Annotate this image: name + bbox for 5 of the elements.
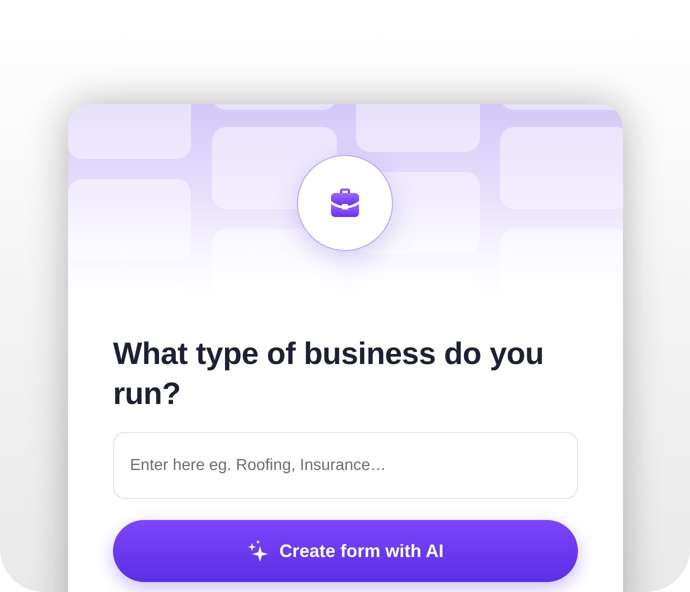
question-title: What type of business do you run?: [113, 335, 545, 413]
input-field[interactable]: Enter here eg. Roofing, Insurance…: [113, 432, 578, 499]
briefcase-icon: [328, 186, 362, 220]
create-form-button[interactable]: Create form with AI: [113, 520, 578, 582]
sparkle-icon: [247, 540, 270, 562]
